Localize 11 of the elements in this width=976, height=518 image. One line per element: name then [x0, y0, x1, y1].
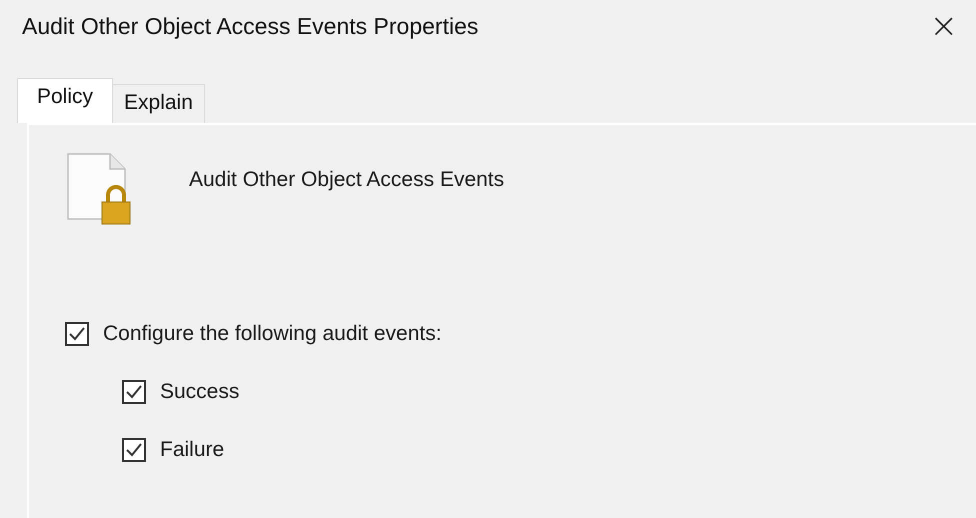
checkbox[interactable]	[122, 438, 146, 462]
close-button[interactable]: ×	[926, 9, 962, 43]
window-title: Audit Other Object Access Events Properties	[22, 12, 478, 40]
policy-name: Audit Other Object Access Events	[189, 168, 504, 192]
checkbox[interactable]	[122, 380, 146, 404]
checkbox-label: Success	[160, 380, 240, 404]
checkbox-label: Failure	[160, 438, 224, 462]
tab[interactable]: Explain	[112, 84, 205, 123]
checkbox[interactable]	[65, 322, 89, 346]
tab[interactable]: Policy	[17, 78, 114, 123]
checkbox-label: Configure the following audit events:	[103, 322, 442, 346]
